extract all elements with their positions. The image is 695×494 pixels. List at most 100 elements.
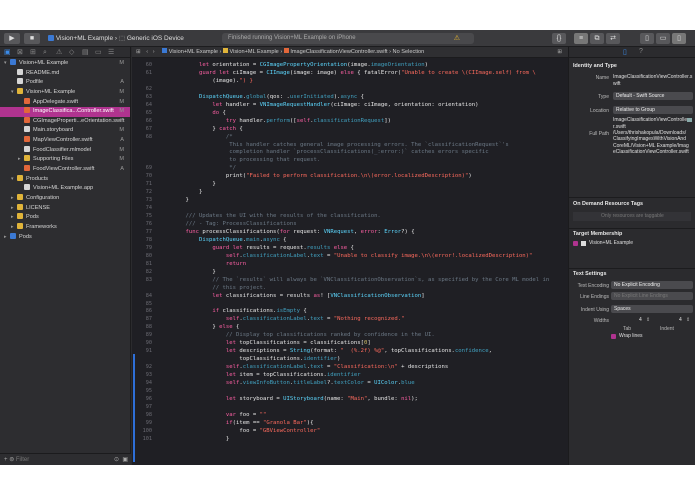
code-line[interactable]: foo = "GBViewController" [172, 427, 320, 435]
warning-icon[interactable]: ⚠ [454, 33, 460, 44]
test-tab-icon[interactable]: ◇ [69, 48, 74, 57]
source-control-tab-icon[interactable]: ⊠ [17, 48, 23, 57]
related-items-icon[interactable]: ⊞ [136, 49, 141, 55]
run-button[interactable]: ▶ [4, 33, 20, 44]
file-tree-item[interactable]: ▸ Pods [0, 232, 130, 243]
file-tree-item[interactable]: CGImageProperti...eOrientation.swift [0, 116, 130, 127]
issue-tab-icon[interactable]: ⚠ [56, 48, 62, 57]
file-tree-item[interactable]: Main.storyboard M [0, 126, 130, 136]
code-line[interactable]: let storyboard = UIStoryboard(name: "Mai… [172, 395, 418, 403]
code-line[interactable]: print("Failed to perform classification.… [172, 172, 472, 180]
code-line[interactable]: try handler.perform([self.classification… [172, 117, 391, 125]
code-line[interactable]: } [172, 188, 202, 196]
code-line[interactable]: guard let results = request.results else… [172, 244, 354, 252]
breadcrumb-selection[interactable]: No Selection [393, 49, 425, 55]
code-line[interactable]: to processing that request. [172, 156, 320, 164]
code-line[interactable]: (image).") } [172, 77, 252, 85]
breadcrumb-file[interactable]: ImageClassificationViewController.swift [283, 48, 388, 55]
code-line[interactable]: completion handler `processClassificatio… [172, 148, 488, 156]
debug-toggle-icon[interactable]: ▭ [656, 33, 670, 44]
navigator-toggle-icon[interactable]: ▯ [640, 33, 654, 44]
report-tab-icon[interactable]: ☰ [108, 48, 114, 57]
code-line[interactable]: let item = topClassifications.identifier [172, 371, 361, 379]
code-line[interactable]: let handler = VNImageRequestHandler(ciIm… [172, 101, 478, 109]
stop-button[interactable]: ■ [24, 33, 40, 44]
code-line[interactable]: let topClassifications = classifications… [172, 339, 371, 347]
folder-tab-icon[interactable]: ▣ [4, 48, 11, 57]
code-line[interactable]: let descriptions = String(format: " (%.2… [172, 347, 492, 355]
code-review-icon[interactable]: {} [552, 33, 566, 44]
code-line[interactable]: */ [172, 164, 236, 172]
indent-width-field[interactable]: 4 [679, 317, 682, 324]
file-tree-item[interactable]: ▸ LICENSE [0, 203, 130, 214]
recent-files-icon[interactable]: ⊙ [114, 454, 119, 465]
breadcrumb-group[interactable]: Vision+ML Example [222, 48, 279, 55]
code-line[interactable]: // The `results` will always be `VNClass… [172, 276, 549, 284]
file-tree-item[interactable]: FoodClassifier.mlmodel M [0, 145, 130, 156]
odr-tags-field[interactable]: Only resources are taggable [573, 212, 691, 221]
file-tree-item[interactable]: ▾ Vision+ML Example M [0, 87, 130, 98]
code-line[interactable]: // this project. [172, 284, 266, 292]
scheme-selector[interactable]: Vision+ML Example › ⬚ Generic iOS Device [48, 33, 184, 44]
code-line[interactable]: DispatchQueue.main.async { [172, 236, 287, 244]
code-line[interactable]: topClassifications.identifier) [172, 355, 340, 363]
code-line[interactable]: } catch { [172, 125, 242, 133]
file-tree-item[interactable]: ▸ Supporting Files M [0, 155, 130, 165]
code-line[interactable]: self.classificationLabel.text = "Classif… [172, 363, 448, 371]
code-line[interactable]: var foo = "" [172, 411, 266, 419]
code-line[interactable]: guard let ciImage = CIImage(image: image… [172, 69, 536, 77]
code-line[interactable]: if(item == "Granola Bar"){ [172, 419, 314, 427]
folder-icon[interactable] [687, 118, 692, 122]
code-line[interactable]: do { [172, 109, 226, 117]
encoding-popup[interactable]: No Explicit Encoding [611, 281, 693, 289]
inspector-toggle-icon[interactable]: ▯ [672, 33, 686, 44]
code-line[interactable]: self.classificationLabel.text = "Unable … [172, 252, 533, 260]
file-tree-item[interactable]: Podfile A [0, 78, 130, 88]
add-editor-icon[interactable]: ⊞ [557, 47, 562, 58]
file-inspector-tab-icon[interactable]: ▯ [623, 48, 627, 56]
symbol-tab-icon[interactable]: ⊞ [30, 48, 36, 57]
line-endings-popup[interactable]: No Explicit Line Endings [611, 292, 693, 300]
code-line[interactable]: /* [172, 133, 233, 141]
file-tree-item[interactable]: FoodViewController.swift A [0, 165, 130, 175]
code-line[interactable]: } [172, 435, 229, 443]
code-line[interactable]: /// Updates the UI with the results of t… [172, 212, 380, 220]
code-line[interactable]: } else { [172, 323, 239, 331]
file-tree-item[interactable]: ▾ Vision+ML Example M [0, 59, 130, 69]
code-line[interactable]: let orientation = CGImagePropertyOrienta… [172, 61, 428, 69]
indent-using-popup[interactable]: Spaces [611, 305, 693, 313]
file-tree-item[interactable]: ImageClassifica...Controller.swift M [0, 107, 130, 117]
code-line[interactable]: self.viewInfoButton.titleLabel?.textColo… [172, 379, 415, 387]
version-editor-icon[interactable]: ⇄ [606, 33, 620, 44]
code-line[interactable]: } [172, 196, 188, 204]
code-line[interactable]: let classifications = results as! [VNCla… [172, 292, 424, 300]
code-line[interactable]: return [172, 260, 246, 268]
code-line[interactable]: self.classificationLabel.text = "Nothing… [172, 315, 405, 323]
type-popup[interactable]: Default - Swift Source [613, 92, 693, 100]
back-icon[interactable]: ‹ [146, 49, 148, 55]
standard-editor-icon[interactable]: ≡ [574, 33, 588, 44]
debug-tab-icon[interactable]: ▤ [82, 48, 89, 57]
tab-width-field[interactable]: 4 [639, 317, 642, 324]
assistant-editor-icon[interactable]: ⧉ [590, 33, 604, 44]
breadcrumb-project[interactable]: Vision+ML Example [162, 48, 218, 55]
file-tree-item[interactable]: ▾ Products [0, 174, 130, 185]
indent-stepper-icon[interactable]: ⇕ [686, 317, 690, 324]
file-tree-item[interactable]: ▸ Pods [0, 213, 130, 223]
location-popup[interactable]: Relative to Group [613, 106, 693, 114]
help-tab-icon[interactable]: ? [639, 48, 643, 55]
filter-field[interactable]: + ⊜ Filter ⊙ ▣ [0, 453, 131, 465]
file-tree-item[interactable]: AppDelegate.swift M [0, 97, 130, 108]
file-tree-item[interactable]: README.md [0, 68, 130, 79]
add-icon[interactable]: + [4, 457, 8, 463]
forward-icon[interactable]: › [153, 49, 155, 55]
code-line[interactable]: } [172, 180, 215, 188]
breakpoint-tab-icon[interactable]: ▭ [95, 48, 102, 57]
wrap-lines-checkbox[interactable] [611, 334, 616, 339]
code-line[interactable]: DispatchQueue.global(qos: .userInitiated… [172, 93, 364, 101]
file-tree-item[interactable]: ▸ Configuration [0, 193, 130, 204]
code-line[interactable]: if classifications.isEmpty { [172, 307, 306, 315]
source-editor[interactable]: 60 61 62 63 64 65 66 67 68 69 70 71 72 73 74 75 76 77 78 79… [132, 58, 568, 465]
name-value[interactable]: ImageClassificationViewController.swift [613, 74, 693, 87]
tab-stepper-icon[interactable]: ⇕ [646, 317, 650, 324]
